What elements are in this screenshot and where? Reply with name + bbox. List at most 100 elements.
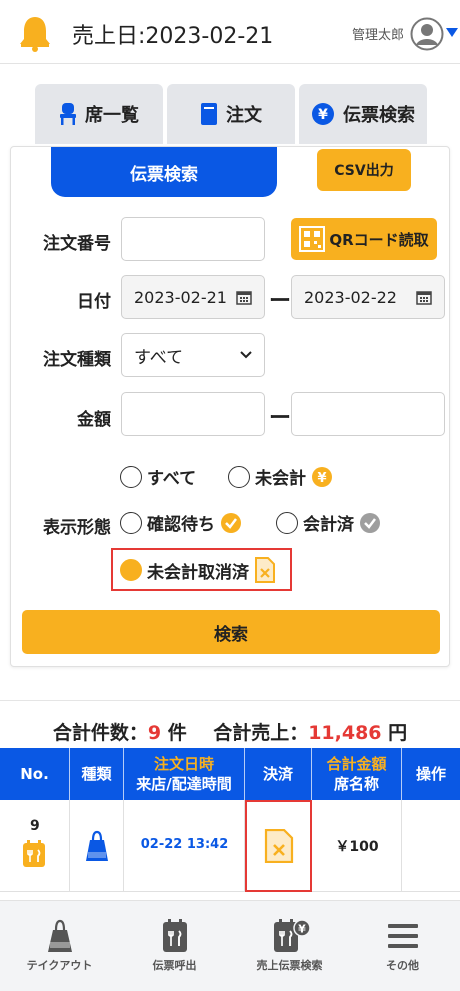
- subtab-slip-search[interactable]: 伝票検索: [51, 147, 277, 197]
- col-type: 種類: [70, 748, 124, 800]
- takeout-bag-icon: [47, 919, 72, 952]
- radio-unpaid-label: 未会計: [255, 469, 306, 489]
- order-number-label: 注文番号: [43, 234, 111, 254]
- summary-totals: 合計件数：9 件 合計売上：11,486 円: [0, 718, 460, 745]
- col-no: No.: [0, 748, 70, 800]
- radio-pending-label: 確認待ち: [147, 515, 215, 535]
- display-mode-label: 表示形態: [43, 518, 111, 538]
- cell-datetime: 02-22 13:42: [124, 800, 245, 892]
- qr-scan-button[interactable]: QRコード読取: [291, 218, 437, 260]
- radio-circle[interactable]: [120, 465, 142, 488]
- chevron-down-icon[interactable]: [446, 28, 458, 38]
- date-to-input[interactable]: 2023-02-22: [291, 275, 445, 319]
- user-name[interactable]: 管理太郎: [352, 24, 404, 43]
- date-to-value: 2023-02-22: [304, 287, 397, 307]
- radio-paid[interactable]: 会計済: [276, 510, 381, 535]
- qr-code-icon: [299, 226, 326, 252]
- takeout-bag-icon: [86, 830, 108, 861]
- nav-other-label: その他: [386, 959, 419, 972]
- calendar-icon: [416, 291, 432, 305]
- col-order-time[interactable]: 注文日時 来店/配達時間: [124, 748, 245, 800]
- row-number: 9: [30, 818, 40, 834]
- col-amount-top: 合計金額: [326, 754, 387, 773]
- col-amount[interactable]: 合計金額 席名称: [312, 748, 402, 800]
- payment-cell-highlight: [245, 800, 312, 892]
- cell-type: [70, 800, 124, 892]
- yen-badge-icon: ¥: [312, 466, 332, 487]
- tab-order[interactable]: 注文: [167, 84, 295, 144]
- check-badge-gray-icon: [360, 512, 380, 533]
- table-row[interactable]: 9 02-22 13:42 ￥100: [0, 800, 460, 892]
- menu-icon: [387, 924, 418, 948]
- tab-slip-search-label: 伝票検索: [343, 105, 415, 126]
- col-amount-bottom: 席名称: [333, 775, 379, 793]
- total-count-value: 9: [147, 722, 162, 744]
- check-badge-icon: [221, 512, 241, 533]
- slip-icon: [162, 919, 187, 952]
- tab-slip-search[interactable]: ¥ 伝票検索: [299, 84, 427, 144]
- search-button[interactable]: 検索: [22, 610, 440, 654]
- radio-paid-label: 会計済: [303, 515, 354, 535]
- svg-text:¥: ¥: [318, 107, 328, 123]
- sales-slip-search-icon: ¥: [273, 919, 310, 952]
- book-icon: [201, 103, 217, 125]
- cell-action: [402, 800, 460, 892]
- dine-in-slip-icon: [23, 840, 45, 867]
- svg-text:¥: ¥: [317, 471, 326, 486]
- cell-no: 9: [0, 800, 70, 892]
- total-sales-value: 11,486: [308, 722, 382, 744]
- tab-seat-list[interactable]: 席一覧: [35, 84, 163, 144]
- bell-icon[interactable]: [18, 14, 52, 52]
- total-count-unit: 件: [167, 722, 187, 744]
- total-sales-label: 合計売上：: [213, 722, 309, 744]
- radio-circle[interactable]: [120, 511, 142, 534]
- cell-amount: ￥100: [312, 800, 402, 892]
- divider: [0, 700, 460, 701]
- amount-from-input[interactable]: [121, 392, 265, 436]
- svg-text:¥: ¥: [298, 923, 306, 936]
- radio-pending[interactable]: 確認待ち: [120, 510, 242, 535]
- radio-unpaid[interactable]: 未会計 ¥: [228, 464, 333, 489]
- bottom-navigation: テイクアウト 伝票呼出 ¥ 売上伝票検索 その他: [0, 900, 460, 991]
- total-sales-unit: 円: [388, 722, 408, 744]
- radio-all-label: すべて: [147, 469, 197, 489]
- main-tabs: 席一覧 注文 ¥ 伝票検索: [0, 64, 460, 146]
- chevron-down-icon: [240, 351, 252, 359]
- amount-label: 金額: [77, 410, 111, 430]
- order-datetime: 02-22 13:42: [140, 837, 229, 852]
- tab-order-label: 注文: [226, 105, 262, 126]
- radio-circle[interactable]: [228, 465, 250, 488]
- csv-export-button[interactable]: CSV出力: [317, 149, 411, 191]
- col-payment: 決済: [245, 748, 312, 800]
- col-action: 操作: [415, 764, 446, 783]
- calendar-icon: [236, 291, 252, 305]
- avatar-icon[interactable]: [410, 17, 444, 51]
- nav-other[interactable]: その他: [345, 919, 460, 973]
- date-label: 日付: [77, 292, 111, 312]
- col-order-time-bottom: 来店/配達時間: [136, 775, 232, 793]
- order-type-value: すべて: [134, 347, 184, 368]
- amount-range-separator: ー: [269, 406, 292, 431]
- amount-to-input[interactable]: [291, 392, 445, 436]
- date-from-input[interactable]: 2023-02-21: [121, 275, 265, 319]
- radio-all[interactable]: すべて: [120, 464, 196, 489]
- yen-icon: ¥: [312, 103, 334, 125]
- tab-seat-list-label: 席一覧: [85, 105, 139, 126]
- qr-scan-label: QRコード読取: [329, 230, 429, 249]
- slip-search-panel: 伝票検索 CSV出力 注文番号 QRコード読取 日付 2023-02-21 ー …: [10, 146, 450, 667]
- col-order-time-top: 注文日時: [153, 754, 214, 773]
- sales-date: 売上日:2023-02-21: [72, 24, 274, 49]
- date-range-separator: ー: [269, 289, 292, 314]
- nav-slip-call[interactable]: 伝票呼出: [117, 919, 232, 973]
- order-type-select[interactable]: すべて: [121, 333, 265, 377]
- total-count-label: 合計件数：: [52, 722, 148, 744]
- total-amount: ￥100: [335, 839, 379, 855]
- nav-takeout-label: テイクアウト: [26, 959, 93, 972]
- order-number-input[interactable]: [121, 217, 265, 261]
- nav-takeout[interactable]: テイクアウト: [2, 919, 117, 973]
- radio-circle[interactable]: [276, 511, 298, 534]
- app-header: 売上日:2023-02-21 管理太郎: [0, 0, 460, 64]
- date-from-value: 2023-02-21: [134, 287, 227, 307]
- nav-sales-slip-search[interactable]: ¥ 売上伝票検索: [232, 919, 347, 973]
- results-table-header: No. 種類 注文日時 来店/配達時間 決済 合計金額 席名称 操作: [0, 748, 460, 800]
